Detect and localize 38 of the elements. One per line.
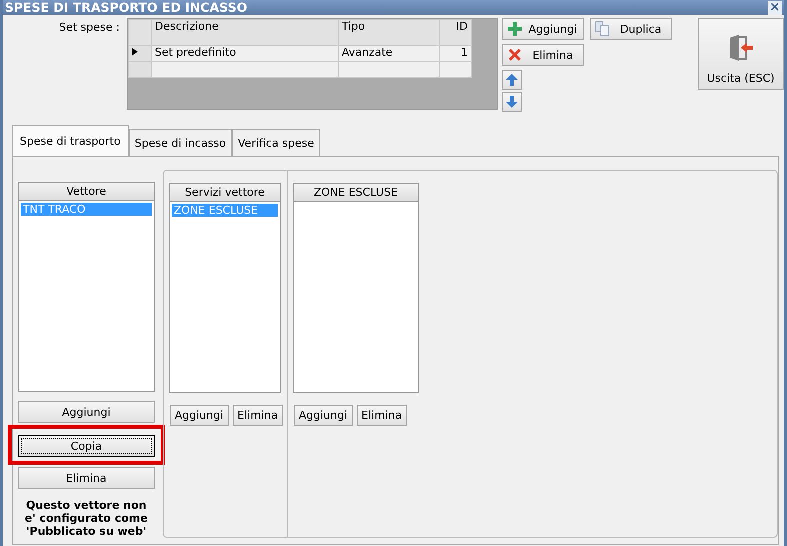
list-button[interactable]: Elimina — [232, 405, 284, 426]
window-title: SPESE DI TRASPORTO ED INCASSO — [4, 0, 248, 15]
column-header[interactable]: ID — [440, 20, 472, 46]
list-button[interactable]: Aggiungi — [170, 405, 229, 426]
down-arrow-icon — [505, 95, 519, 109]
add-button[interactable]: Aggiungi — [502, 18, 584, 40]
table-cell: 1 — [440, 46, 472, 62]
table-cell: Set predefinito — [152, 46, 338, 62]
delete-button[interactable]: Elimina — [502, 44, 584, 66]
column-header[interactable]: Descrizione — [152, 20, 338, 46]
notice-text: Questo vettore non e' configurato come 'Pubblicato su web' — [24, 499, 149, 538]
data-grid[interactable]: Descrizione Tipo ID Set predefinito Avanzate 1 — [127, 18, 498, 110]
up-arrow-icon — [505, 73, 519, 87]
list-button[interactable]: Elimina — [356, 405, 408, 426]
list-box[interactable] — [293, 202, 419, 393]
list-button[interactable]: Copia — [18, 435, 155, 457]
move-down-button[interactable] — [502, 92, 522, 112]
column-header[interactable]: Tipo — [338, 20, 440, 46]
plus-icon — [507, 21, 523, 37]
table-cell: Avanzate — [338, 46, 440, 62]
tab[interactable]: Spese di trasporto — [12, 125, 129, 156]
tab[interactable]: Spese di incasso — [128, 129, 232, 156]
list-button[interactable]: Aggiungi — [294, 405, 353, 426]
list-button[interactable]: Aggiungi — [18, 401, 155, 423]
move-up-button[interactable] — [502, 70, 522, 90]
list-button[interactable]: Elimina — [18, 467, 155, 489]
exit-door-icon — [728, 34, 754, 62]
tab[interactable]: Verifica spese — [232, 129, 320, 156]
exit-button[interactable]: Uscita (ESC) — [698, 18, 784, 90]
field-label: Set spese : — [58, 20, 121, 36]
close-icon — [507, 47, 523, 63]
list-header: Vettore — [18, 182, 155, 201]
close-button[interactable]: × — [768, 0, 782, 14]
duplicate-button[interactable]: Duplica — [590, 18, 672, 40]
list-header: ZONE ESCLUSE — [293, 183, 419, 202]
copy-icon — [595, 21, 611, 37]
list-header: Servizi vettore — [169, 183, 281, 202]
row-pointer-icon — [132, 48, 138, 56]
